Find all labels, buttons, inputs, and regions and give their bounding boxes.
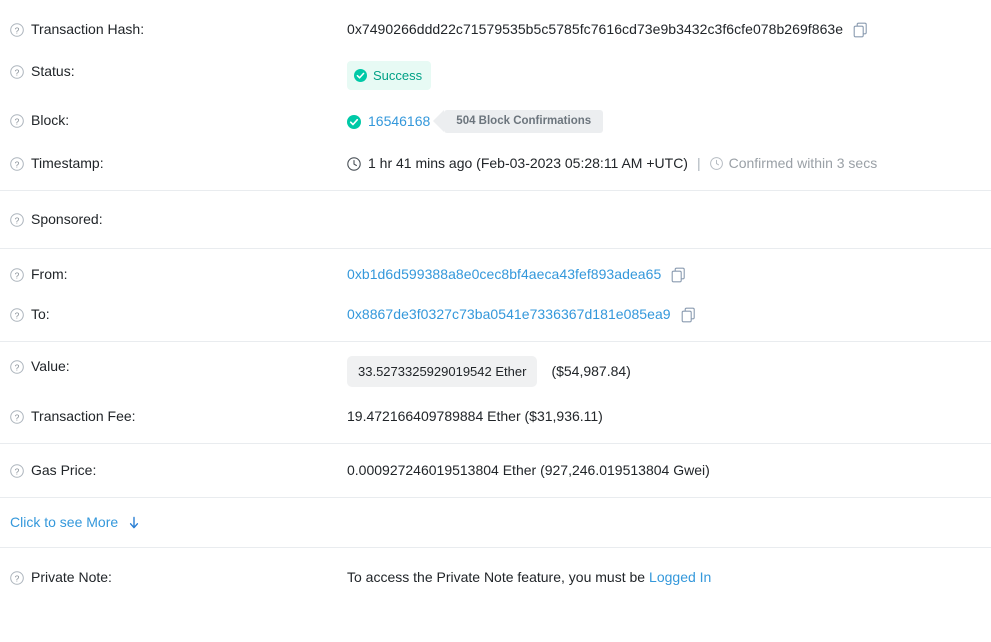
row-to: ? To: 0x8867de3f0327c73ba0541e7336367d18…: [0, 294, 991, 335]
value-private-note: To access the Private Note feature, you …: [347, 567, 991, 588]
label-text: Block:: [31, 112, 70, 128]
label-text: Transaction Fee:: [31, 408, 136, 424]
value-amount: 33.5273325929019542 Ether ($54,987.84): [347, 356, 991, 387]
confirmed-within-text: Confirmed within 3 secs: [728, 155, 878, 171]
help-icon[interactable]: ?: [10, 571, 24, 585]
svg-text:?: ?: [15, 466, 20, 476]
label-text: Transaction Hash:: [31, 21, 145, 37]
label-text: Private Note:: [31, 569, 112, 585]
label-gas-price: ? Gas Price:: [10, 460, 347, 481]
label-private-note: ? Private Note:: [10, 567, 347, 588]
svg-text:?: ?: [15, 159, 20, 169]
label-from: ? From:: [10, 264, 347, 285]
info-circle-icon: [709, 157, 723, 170]
row-private-note: ? Private Note: To access the Private No…: [0, 548, 991, 600]
label-transaction-fee: ? Transaction Fee:: [10, 406, 347, 427]
row-gas-price: ? Gas Price: 0.000927246019513804 Ether …: [0, 444, 991, 497]
private-note-text: To access the Private Note feature, you …: [347, 569, 646, 585]
from-address-link[interactable]: 0xb1d6d599388a8e0cec8bf4aeca43fef893adea…: [347, 264, 661, 285]
row-block: ? Block: 16546168 504 Block Confirmation…: [0, 100, 991, 143]
clock-icon: [347, 156, 361, 171]
svg-text:?: ?: [15, 310, 20, 320]
help-icon[interactable]: ?: [10, 114, 24, 128]
value-block: 16546168 504 Block Confirmations: [347, 110, 991, 133]
help-icon[interactable]: ?: [10, 360, 24, 374]
help-icon[interactable]: ?: [10, 23, 24, 37]
transaction-details-panel: ? Transaction Hash: 0x7490266ddd22c71579…: [0, 0, 991, 600]
svg-text:?: ?: [15, 67, 20, 77]
label-sponsored: ? Sponsored:: [10, 209, 347, 230]
copy-icon[interactable]: [853, 22, 868, 38]
confirmed-within: Confirmed within 3 secs: [709, 153, 878, 174]
svg-text:?: ?: [15, 412, 20, 422]
label-block: ? Block:: [10, 110, 347, 131]
svg-text:?: ?: [15, 270, 20, 280]
row-timestamp: ? Timestamp: 1 hr 41 mins ago (Feb-03-20…: [0, 143, 991, 184]
label-text: Gas Price:: [31, 462, 97, 478]
transaction-hash-value: 0x7490266ddd22c71579535b5c5785fc7616cd73…: [347, 21, 844, 37]
row-transaction-hash: ? Transaction Hash: 0x7490266ddd22c71579…: [0, 8, 991, 51]
label-to: ? To:: [10, 304, 347, 325]
row-status: ? Status: Success: [0, 51, 991, 100]
row-see-more: Click to see More: [0, 498, 991, 547]
svg-text:?: ?: [15, 116, 20, 126]
help-icon[interactable]: ?: [10, 157, 24, 171]
row-sponsored: ? Sponsored:: [0, 191, 991, 248]
label-transaction-hash: ? Transaction Hash:: [10, 19, 347, 40]
arrow-down-icon: [128, 516, 140, 530]
label-timestamp: ? Timestamp:: [10, 153, 347, 174]
label-text: Value:: [31, 358, 70, 374]
status-badge: Success: [347, 61, 432, 90]
help-icon[interactable]: ?: [10, 213, 24, 227]
block-line: 16546168 504 Block Confirmations: [347, 110, 604, 133]
see-more-label: Click to see More: [10, 514, 119, 530]
status-badge-text: Success: [373, 68, 423, 83]
logged-in-link[interactable]: Logged In: [649, 567, 711, 588]
timestamp-value: 1 hr 41 mins ago (Feb-03-2023 05:28:11 A…: [368, 155, 688, 171]
label-text: To:: [31, 306, 50, 322]
gas-price-value: 0.000927246019513804 Ether (927,246.0195…: [347, 462, 710, 478]
svg-text:?: ?: [15, 215, 20, 225]
label-status: ? Status:: [10, 61, 347, 82]
check-circle-icon: [347, 114, 361, 129]
row-value: ? Value: 33.5273325929019542 Ether ($54,…: [0, 342, 991, 396]
svg-text:?: ?: [15, 573, 20, 583]
copy-icon[interactable]: [681, 307, 696, 323]
value-usd: ($54,987.84): [551, 363, 631, 379]
value-sponsored: [347, 209, 991, 230]
value-status: Success: [347, 61, 991, 90]
row-from: ? From: 0xb1d6d599388a8e0cec8bf4aeca43fe…: [0, 249, 991, 294]
see-more-button[interactable]: Click to see More: [10, 512, 140, 533]
label-text: Timestamp:: [31, 155, 104, 171]
help-icon[interactable]: ?: [10, 268, 24, 282]
label-value: ? Value:: [10, 356, 347, 377]
help-icon[interactable]: ?: [10, 65, 24, 79]
transaction-fee-value: 19.472166409789884 Ether ($31,936.11): [347, 408, 603, 424]
timestamp-separator: |: [696, 155, 701, 171]
help-icon[interactable]: ?: [10, 410, 24, 424]
value-transaction-hash: 0x7490266ddd22c71579535b5c5785fc7616cd73…: [347, 19, 991, 40]
to-address-link[interactable]: 0x8867de3f0327c73ba0541e7336367d181e085e…: [347, 304, 671, 325]
value-from: 0xb1d6d599388a8e0cec8bf4aeca43fef893adea…: [347, 264, 991, 285]
block-number-link[interactable]: 16546168: [368, 111, 430, 132]
svg-text:?: ?: [15, 362, 20, 372]
value-transaction-fee: 19.472166409789884 Ether ($31,936.11): [347, 406, 991, 427]
value-timestamp: 1 hr 41 mins ago (Feb-03-2023 05:28:11 A…: [347, 153, 991, 174]
value-ether-pill: 33.5273325929019542 Ether: [347, 356, 538, 387]
help-icon[interactable]: ?: [10, 308, 24, 322]
label-text: From:: [31, 266, 68, 282]
check-circle-icon: [354, 69, 367, 82]
label-text: Status:: [31, 63, 75, 79]
help-icon[interactable]: ?: [10, 464, 24, 478]
row-transaction-fee: ? Transaction Fee: 19.472166409789884 Et…: [0, 396, 991, 437]
label-text: Sponsored:: [31, 211, 103, 227]
value-to: 0x8867de3f0327c73ba0541e7336367d181e085e…: [347, 304, 991, 325]
value-gas-price: 0.000927246019513804 Ether (927,246.0195…: [347, 460, 991, 481]
copy-icon[interactable]: [671, 267, 686, 283]
svg-text:?: ?: [15, 25, 20, 35]
block-confirmations-badge: 504 Block Confirmations: [433, 110, 604, 133]
